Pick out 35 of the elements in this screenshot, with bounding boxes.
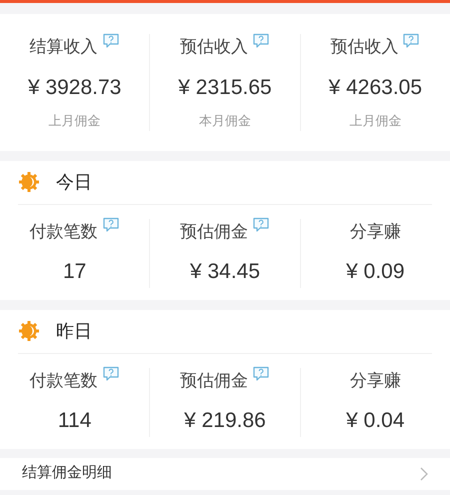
chevron-right-icon xyxy=(420,466,428,480)
help-icon[interactable] xyxy=(252,32,270,49)
stat-label: 分享赚 xyxy=(350,220,401,242)
stat-label: 预估佣金 xyxy=(180,220,248,242)
stat-value: 17 xyxy=(62,259,86,285)
stat-value: ¥ 4263.05 xyxy=(328,74,422,100)
help-icon[interactable] xyxy=(252,366,270,382)
sun-icon xyxy=(18,171,40,193)
stat-value: ¥ 2315.65 xyxy=(178,74,272,100)
stat-note: 上月佣金 xyxy=(349,112,402,130)
stat-label: 结算收入 xyxy=(30,36,98,58)
stat-label: 预估佣金 xyxy=(180,370,248,392)
stat-label: 付款笔数 xyxy=(30,220,98,242)
help-icon[interactable] xyxy=(102,366,120,382)
stat-label: 分享赚 xyxy=(350,370,401,392)
stat-note: 上月佣金 xyxy=(48,112,101,130)
help-icon[interactable] xyxy=(402,32,420,49)
stat-label: 付款笔数 xyxy=(30,370,98,392)
sun-icon xyxy=(18,320,40,342)
stat-value: ¥ 0.09 xyxy=(346,259,405,285)
stat-value: 114 xyxy=(58,408,92,434)
section-title: 昨日 xyxy=(56,320,92,342)
section-title: 今日 xyxy=(56,170,92,194)
stat-value: ¥ 34.45 xyxy=(190,259,260,285)
link-row[interactable]: 结算佣金明细 xyxy=(0,458,450,490)
stat-value: ¥ 219.86 xyxy=(184,408,266,434)
stat-value: ¥ 0.04 xyxy=(346,408,405,434)
help-icon[interactable] xyxy=(252,217,270,234)
stat-label: 预估收入 xyxy=(180,36,248,58)
help-icon[interactable] xyxy=(102,217,120,234)
link-label: 结算佣金明细 xyxy=(22,463,112,484)
help-icon[interactable] xyxy=(102,32,120,49)
stat-note: 本月佣金 xyxy=(198,112,251,130)
stat-label: 预估收入 xyxy=(330,36,398,58)
stat-value: ¥ 3928.73 xyxy=(28,74,122,100)
